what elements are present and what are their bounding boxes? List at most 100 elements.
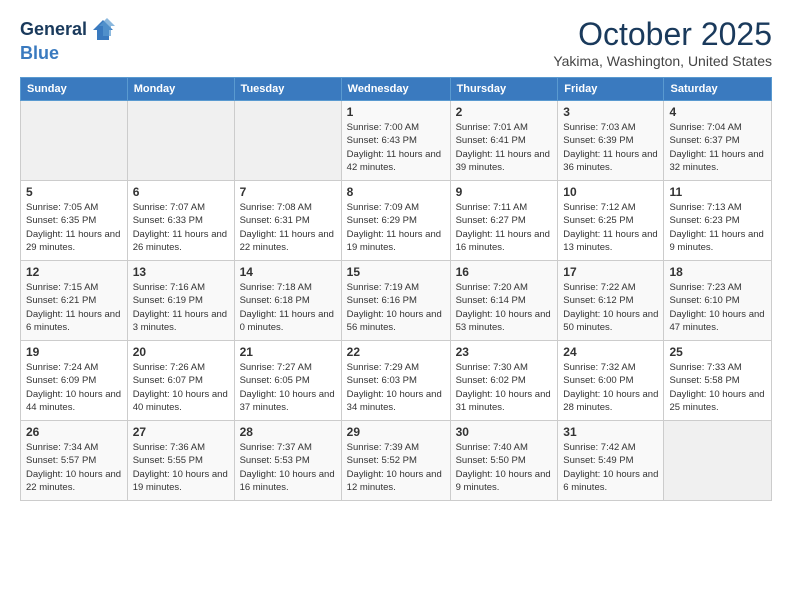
day-info: Sunrise: 7:07 AMSunset: 6:33 PMDaylight:… [133,201,229,254]
day-info: Sunrise: 7:40 AMSunset: 5:50 PMDaylight:… [456,441,553,494]
day-number: 30 [456,425,553,439]
day-header-wednesday: Wednesday [341,78,450,101]
calendar-cell: 14 Sunrise: 7:18 AMSunset: 6:18 PMDayligh… [234,261,341,341]
calendar-cell: 11 Sunrise: 7:13 AMSunset: 6:23 PMDayligh… [664,181,772,261]
day-info: Sunrise: 7:13 AMSunset: 6:23 PMDaylight:… [669,201,766,254]
day-number: 17 [563,265,658,279]
day-info: Sunrise: 7:36 AMSunset: 5:55 PMDaylight:… [133,441,229,494]
day-number: 20 [133,345,229,359]
calendar-cell: 12Sunrise: 7:15 AMSunset: 6:21 PMDayligh… [21,261,128,341]
calendar-week-3: 12Sunrise: 7:15 AMSunset: 6:21 PMDayligh… [21,261,772,341]
day-info: Sunrise: 7:32 AMSunset: 6:00 PMDaylight:… [563,361,658,414]
day-number: 24 [563,345,658,359]
calendar-week-1: 1 Sunrise: 7:00 AMSunset: 6:43 PMDaylight… [21,101,772,181]
logo-text-blue: Blue [20,43,59,63]
day-info: Sunrise: 7:09 AMSunset: 6:29 PMDaylight:… [347,201,445,254]
day-number: 16 [456,265,553,279]
day-info: Sunrise: 7:18 AMSunset: 6:18 PMDaylight:… [240,281,336,334]
day-number: 28 [240,425,336,439]
calendar-cell [664,421,772,501]
calendar-cell: 28 Sunrise: 7:37 AMSunset: 5:53 PMDayligh… [234,421,341,501]
day-number: 10 [563,185,658,199]
calendar-cell [21,101,128,181]
calendar-cell: 18Sunrise: 7:23 AMSunset: 6:10 PMDayligh… [664,261,772,341]
day-number: 15 [347,265,445,279]
calendar-cell: 7 Sunrise: 7:08 AMSunset: 6:31 PMDaylight… [234,181,341,261]
calendar-cell: 6 Sunrise: 7:07 AMSunset: 6:33 PMDaylight… [127,181,234,261]
calendar-week-4: 19Sunrise: 7:24 AMSunset: 6:09 PMDayligh… [21,341,772,421]
location-subtitle: Yakima, Washington, United States [553,53,772,69]
page-container: General Blue October 2025 Yakima, Washin… [0,0,792,511]
day-number: 12 [26,265,122,279]
day-number: 5 [26,185,122,199]
day-info: Sunrise: 7:37 AMSunset: 5:53 PMDaylight:… [240,441,336,494]
logo: General Blue [20,16,117,64]
day-info: Sunrise: 7:03 AMSunset: 6:39 PMDaylight:… [563,121,658,174]
header: General Blue October 2025 Yakima, Washin… [20,16,772,69]
day-number: 13 [133,265,229,279]
day-number: 19 [26,345,122,359]
calendar-header-row: SundayMondayTuesdayWednesdayThursdayFrid… [21,78,772,101]
day-info: Sunrise: 7:16 AMSunset: 6:19 PMDaylight:… [133,281,229,334]
day-header-friday: Friday [558,78,664,101]
calendar-cell: 10 Sunrise: 7:12 AMSunset: 6:25 PMDayligh… [558,181,664,261]
calendar-cell: 9Sunrise: 7:11 AMSunset: 6:27 PMDaylight… [450,181,558,261]
day-info: Sunrise: 7:29 AMSunset: 6:03 PMDaylight:… [347,361,445,414]
calendar-cell: 19Sunrise: 7:24 AMSunset: 6:09 PMDayligh… [21,341,128,421]
day-number: 2 [456,105,553,119]
logo-text: General [20,20,87,40]
day-number: 18 [669,265,766,279]
calendar-cell: 3Sunrise: 7:03 AMSunset: 6:39 PMDaylight… [558,101,664,181]
day-number: 31 [563,425,658,439]
calendar-cell: 15 Sunrise: 7:19 AMSunset: 6:16 PMDayligh… [341,261,450,341]
calendar-cell: 22 Sunrise: 7:29 AMSunset: 6:03 PMDayligh… [341,341,450,421]
day-info: Sunrise: 7:22 AMSunset: 6:12 PMDaylight:… [563,281,658,334]
day-number: 11 [669,185,766,199]
day-info: Sunrise: 7:19 AMSunset: 6:16 PMDaylight:… [347,281,445,334]
calendar-cell: 26 Sunrise: 7:34 AMSunset: 5:57 PMDayligh… [21,421,128,501]
day-number: 22 [347,345,445,359]
day-info: Sunrise: 7:04 AMSunset: 6:37 PMDaylight:… [669,121,766,174]
day-info: Sunrise: 7:12 AMSunset: 6:25 PMDaylight:… [563,201,658,254]
day-info: Sunrise: 7:30 AMSunset: 6:02 PMDaylight:… [456,361,553,414]
day-number: 6 [133,185,229,199]
calendar-cell: 4 Sunrise: 7:04 AMSunset: 6:37 PMDaylight… [664,101,772,181]
calendar-cell: 23Sunrise: 7:30 AMSunset: 6:02 PMDayligh… [450,341,558,421]
day-info: Sunrise: 7:34 AMSunset: 5:57 PMDaylight:… [26,441,122,494]
day-info: Sunrise: 7:27 AMSunset: 6:05 PMDaylight:… [240,361,336,414]
day-number: 25 [669,345,766,359]
day-info: Sunrise: 7:42 AMSunset: 5:49 PMDaylight:… [563,441,658,494]
day-number: 8 [347,185,445,199]
calendar-cell: 21 Sunrise: 7:27 AMSunset: 6:05 PMDayligh… [234,341,341,421]
day-number: 1 [347,105,445,119]
calendar-table: SundayMondayTuesdayWednesdayThursdayFrid… [20,77,772,501]
calendar-cell: 31 Sunrise: 7:42 AMSunset: 5:49 PMDayligh… [558,421,664,501]
calendar-cell: 5 Sunrise: 7:05 AMSunset: 6:35 PMDaylight… [21,181,128,261]
month-title: October 2025 [553,16,772,53]
calendar-cell: 20Sunrise: 7:26 AMSunset: 6:07 PMDayligh… [127,341,234,421]
day-info: Sunrise: 7:08 AMSunset: 6:31 PMDaylight:… [240,201,336,254]
calendar-cell: 24 Sunrise: 7:32 AMSunset: 6:00 PMDayligh… [558,341,664,421]
day-number: 7 [240,185,336,199]
day-header-monday: Monday [127,78,234,101]
calendar-cell: 2 Sunrise: 7:01 AMSunset: 6:41 PMDaylight… [450,101,558,181]
day-number: 14 [240,265,336,279]
calendar-cell: 30 Sunrise: 7:40 AMSunset: 5:50 PMDayligh… [450,421,558,501]
day-number: 26 [26,425,122,439]
day-info: Sunrise: 7:05 AMSunset: 6:35 PMDaylight:… [26,201,122,254]
day-info: Sunrise: 7:11 AMSunset: 6:27 PMDaylight:… [456,201,553,254]
day-number: 21 [240,345,336,359]
day-number: 4 [669,105,766,119]
calendar-week-2: 5 Sunrise: 7:05 AMSunset: 6:35 PMDaylight… [21,181,772,261]
day-info: Sunrise: 7:01 AMSunset: 6:41 PMDaylight:… [456,121,553,174]
day-info: Sunrise: 7:20 AMSunset: 6:14 PMDaylight:… [456,281,553,334]
logo-icon [89,16,117,44]
calendar-cell [127,101,234,181]
day-number: 27 [133,425,229,439]
day-header-thursday: Thursday [450,78,558,101]
calendar-cell: 25 Sunrise: 7:33 AMSunset: 5:58 PMDayligh… [664,341,772,421]
calendar-cell [234,101,341,181]
calendar-cell: 1 Sunrise: 7:00 AMSunset: 6:43 PMDaylight… [341,101,450,181]
day-info: Sunrise: 7:33 AMSunset: 5:58 PMDaylight:… [669,361,766,414]
day-info: Sunrise: 7:00 AMSunset: 6:43 PMDaylight:… [347,121,445,174]
